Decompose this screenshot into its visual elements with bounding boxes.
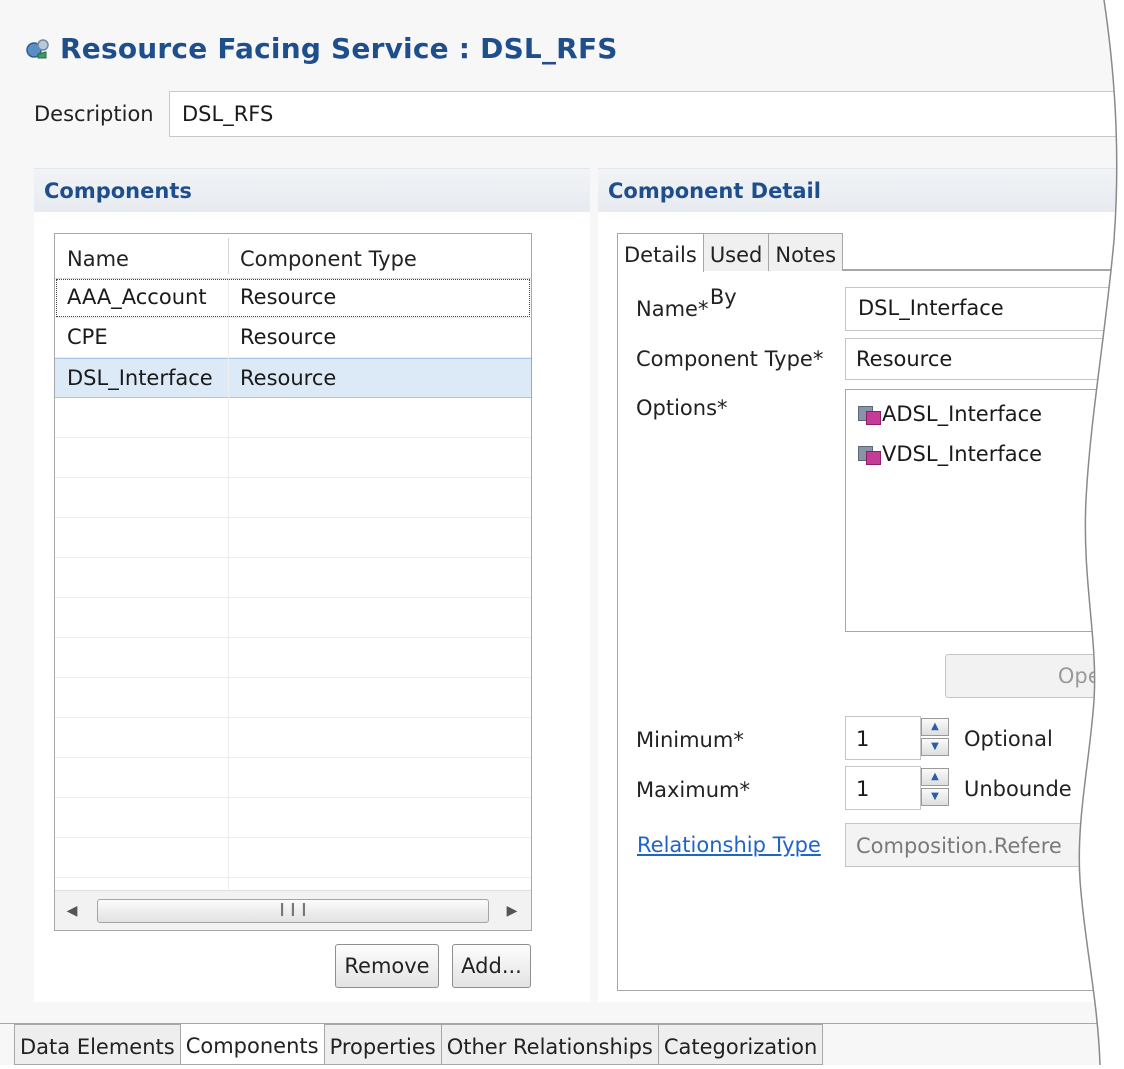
increment-icon[interactable]: ▲ [921, 768, 949, 786]
tab-details[interactable]: Details [617, 233, 704, 272]
name-label: Name* [636, 297, 709, 321]
table-header: Name Component Type [55, 234, 531, 279]
empty-row [55, 398, 531, 438]
component-type-label: Component Type* [636, 347, 824, 371]
empty-row [55, 798, 531, 838]
scroll-right-icon[interactable]: ▶ [503, 901, 521, 921]
components-section-header: Components [34, 168, 590, 212]
tab-components[interactable]: Components [179, 1024, 325, 1065]
empty-row [55, 478, 531, 518]
remove-button[interactable]: Remove [335, 944, 439, 988]
empty-row [55, 838, 531, 878]
empty-row [55, 678, 531, 718]
decrement-icon[interactable]: ▼ [921, 788, 949, 806]
page-title: Resource Facing Service : DSL_RFS [24, 26, 618, 70]
maximum-field[interactable]: 1 [845, 766, 921, 810]
column-header-component-type[interactable]: Component Type [228, 234, 417, 278]
table-row-selected[interactable]: DSL_Interface Resource [55, 358, 531, 398]
maximum-label: Maximum* [636, 778, 750, 802]
options-label: Options* [636, 396, 728, 420]
empty-row [55, 758, 531, 798]
decrement-icon[interactable]: ▼ [921, 738, 949, 756]
component-detail-section: Component Detail [598, 168, 1124, 212]
add-button[interactable]: Add... [452, 944, 531, 988]
maximum-spinner[interactable]: ▲ ▼ [921, 768, 949, 806]
tab-categorization[interactable]: Categorization [657, 1024, 824, 1065]
horizontal-scrollbar[interactable]: ◀ ❙❙❙ ▶ [55, 890, 531, 930]
empty-row [55, 558, 531, 598]
title-text: Resource Facing Service : DSL_RFS [60, 31, 618, 65]
option-label: VDSL_Interface [882, 442, 1043, 466]
editor-tabs: Data Elements Components Properties Othe… [14, 1024, 824, 1065]
cell-name: CPE [67, 325, 108, 349]
torn-edge [1078, 0, 1124, 1065]
table-row[interactable]: CPE Resource [55, 318, 531, 358]
table-row[interactable]: AAA_Account Resource [55, 278, 531, 318]
component-detail-section-header: Component Detail [598, 168, 1124, 212]
cell-name: AAA_Account [67, 285, 207, 309]
list-item[interactable]: VDSL_Interface [858, 436, 1042, 472]
empty-row [55, 638, 531, 678]
resource-option-icon [858, 444, 881, 465]
list-item[interactable]: ADSL_Interface [858, 396, 1042, 432]
tab-properties[interactable]: Properties [323, 1024, 442, 1065]
table-rows: AAA_Account Resource CPE Resource DSL_In… [55, 278, 531, 890]
description-label: Description [34, 102, 154, 126]
cell-type: Resource [240, 285, 337, 309]
cell-name: DSL_Interface [67, 366, 213, 390]
tab-other-relationships[interactable]: Other Relationships [440, 1024, 659, 1065]
service-icon [26, 39, 49, 59]
minimum-spinner[interactable]: ▲ ▼ [921, 718, 949, 756]
increment-icon[interactable]: ▲ [921, 718, 949, 736]
resource-option-icon [858, 404, 881, 425]
empty-row [55, 598, 531, 638]
column-gridline [228, 278, 229, 890]
scroll-left-icon[interactable]: ◀ [63, 901, 81, 921]
scrollbar-thumb[interactable]: ❙❙❙ [97, 899, 489, 923]
relationship-type-link[interactable]: Relationship Type [637, 833, 821, 857]
detail-tabs: Details Used By Notes [617, 233, 1124, 309]
empty-row [55, 718, 531, 758]
minimum-label: Minimum* [636, 728, 744, 752]
minimum-field[interactable]: 1 [845, 716, 921, 760]
optional-label: Optional [964, 727, 1053, 751]
cell-type: Resource [240, 325, 337, 349]
option-label: ADSL_Interface [882, 402, 1043, 426]
unbounded-label: Unbounde [964, 777, 1072, 801]
tab-notes[interactable]: Notes [768, 233, 844, 271]
tab-used-by[interactable]: Used By [702, 233, 770, 309]
cell-type: Resource [240, 366, 337, 390]
empty-row [55, 518, 531, 558]
column-header-name[interactable]: Name [55, 234, 129, 278]
tab-data-elements[interactable]: Data Elements [14, 1024, 181, 1065]
empty-row [55, 438, 531, 478]
components-table[interactable]: Name Component Type AAA_Account Resource… [54, 233, 532, 931]
description-input[interactable]: DSL_RFS [169, 91, 1124, 137]
